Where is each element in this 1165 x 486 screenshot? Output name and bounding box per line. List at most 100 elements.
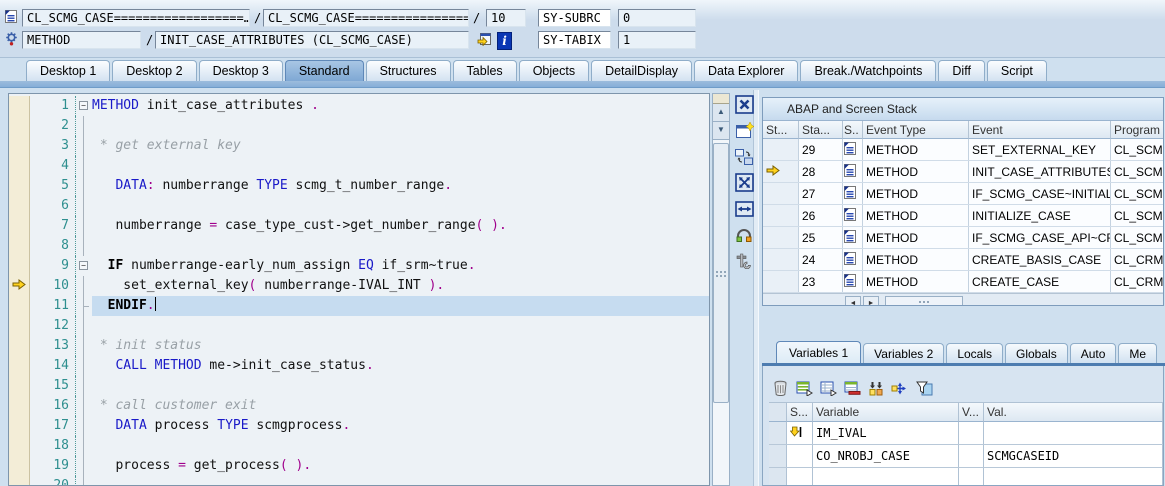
vars-tab-variables-2[interactable]: Variables 2 <box>863 343 944 364</box>
vars-tab-auto[interactable]: Auto <box>1070 343 1117 364</box>
fold-collapse-icon[interactable]: − <box>79 261 88 270</box>
fold-margin-cell[interactable] <box>76 296 92 316</box>
fold-margin-cell[interactable] <box>76 456 92 476</box>
breakpoint-margin-cell[interactable] <box>9 316 30 336</box>
fold-collapse-icon[interactable]: − <box>79 101 88 110</box>
fold-margin-cell[interactable] <box>76 436 92 456</box>
breakpoint-margin-cell[interactable] <box>9 176 30 196</box>
code-line-10[interactable]: 10 set_external_key( numberrange-IVAL_IN… <box>9 276 709 296</box>
vars-row[interactable]: IM_IVAL <box>769 422 1163 445</box>
stack-row[interactable]: 25METHODIF_SCMG_CASE_API~CR…CL_SCMG <box>763 227 1163 249</box>
code-text[interactable]: numberrange = case_type_cust->get_number… <box>92 216 709 236</box>
scrollbar-thumb[interactable] <box>885 296 963 307</box>
resize-horizontal-icon[interactable] <box>734 199 754 218</box>
fold-margin-cell[interactable] <box>76 216 92 236</box>
maximize-icon[interactable] <box>734 173 754 192</box>
tab-script[interactable]: Script <box>987 60 1047 81</box>
tab-diff[interactable]: Diff <box>938 60 985 81</box>
vars-row[interactable]: CO_NROBJ_CASESCMGCASEID <box>769 445 1163 468</box>
code-line-12[interactable]: 12 <box>9 316 709 336</box>
code-line-15[interactable]: 15 <box>9 376 709 396</box>
table-export-icon[interactable] <box>795 380 813 396</box>
code-line-13[interactable]: 13 * init status <box>9 336 709 356</box>
fold-margin-cell[interactable] <box>76 356 92 376</box>
breakpoint-margin-cell[interactable] <box>9 396 30 416</box>
step-out-icon[interactable] <box>477 32 492 51</box>
code-line-11[interactable]: 11 ENDIF. <box>9 296 709 316</box>
vars-tab-me[interactable]: Me <box>1118 343 1157 364</box>
table-copy-icon[interactable] <box>819 380 837 396</box>
code-text[interactable]: CALL METHOD me->init_case_status. <box>92 356 709 376</box>
code-text[interactable]: * init status <box>92 336 709 356</box>
tab-desktop-3[interactable]: Desktop 3 <box>199 60 283 81</box>
code-text[interactable]: set_external_key( numberrange-IVAL_INT )… <box>92 276 709 296</box>
breakpoint-margin-cell[interactable] <box>9 476 30 486</box>
code-line-17[interactable]: 17 DATA process TYPE scmgprocess. <box>9 416 709 436</box>
stack-row[interactable]: 23METHODCREATE_CASECL_CRM_ <box>763 271 1163 293</box>
scroll-left-icon[interactable]: ◄ <box>845 296 861 307</box>
breakpoint-margin-cell[interactable] <box>9 256 30 276</box>
code-line-5[interactable]: 5 DATA: numberrange TYPE scmg_t_number_r… <box>9 176 709 196</box>
distribute-icon[interactable] <box>891 380 909 396</box>
code-text[interactable] <box>92 196 709 216</box>
stack-horizontal-scrollbar[interactable]: ◄ ► <box>763 293 1163 306</box>
abap-code-editor[interactable]: 1−METHOD init_case_attributes .23 * get … <box>8 93 710 486</box>
code-text[interactable]: * get external key <box>92 136 709 156</box>
row-selector[interactable] <box>769 422 787 444</box>
line-number-field[interactable]: 10 <box>486 9 526 27</box>
stack-row[interactable]: 29METHODSET_EXTERNAL_KEYCL_SCMG <box>763 139 1163 161</box>
new-window-icon[interactable] <box>734 121 754 140</box>
breakpoint-margin-cell[interactable] <box>9 116 30 136</box>
fold-margin-cell[interactable] <box>76 136 92 156</box>
fold-margin-cell[interactable]: − <box>76 96 92 116</box>
breakpoint-margin-cell[interactable] <box>9 356 30 376</box>
breakpoint-margin-cell[interactable] <box>9 416 30 436</box>
vars-row[interactable] <box>769 468 1163 486</box>
code-line-4[interactable]: 4 <box>9 156 709 176</box>
code-line-8[interactable]: 8 <box>9 236 709 256</box>
scroll-down-icon[interactable]: ▼ <box>713 122 729 140</box>
code-line-7[interactable]: 7 numberrange = case_type_cust->get_numb… <box>9 216 709 236</box>
filter-icon[interactable] <box>915 380 933 396</box>
code-line-6[interactable]: 6 <box>9 196 709 216</box>
breakpoint-margin-cell[interactable] <box>9 456 30 476</box>
code-line-18[interactable]: 18 <box>9 436 709 456</box>
fold-margin-cell[interactable] <box>76 196 92 216</box>
code-text[interactable]: DATA: numberrange TYPE scmg_t_number_ran… <box>92 176 709 196</box>
fold-margin-cell[interactable] <box>76 236 92 256</box>
main-program-field[interactable]: CL_SCMG_CASE==================… <box>22 9 250 27</box>
stack-row[interactable]: 28METHODINIT_CASE_ATTRIBUTESCL_SCMG <box>763 161 1163 183</box>
close-icon[interactable] <box>734 95 754 114</box>
code-text[interactable]: METHOD init_case_attributes . <box>92 96 709 116</box>
breakpoint-margin-cell[interactable] <box>9 96 30 116</box>
breakpoint-margin-cell[interactable] <box>9 136 30 156</box>
vars-tab-locals[interactable]: Locals <box>946 343 1003 364</box>
code-text[interactable] <box>92 156 709 176</box>
scroll-right-icon[interactable]: ► <box>863 296 879 307</box>
fold-margin-cell[interactable] <box>76 396 92 416</box>
tab-objects[interactable]: Objects <box>519 60 589 81</box>
scrollbar-splitter-handle[interactable] <box>713 94 729 104</box>
code-text[interactable]: IF numberrange-early_num_assign EQ if_sr… <box>92 256 709 276</box>
tab-desktop-1[interactable]: Desktop 1 <box>26 60 110 81</box>
sy-tabix-field[interactable]: SY-TABIX <box>538 31 611 49</box>
fold-margin-cell[interactable] <box>76 476 92 486</box>
code-line-16[interactable]: 16 * call customer exit <box>9 396 709 416</box>
breakpoint-margin-cell[interactable] <box>9 216 30 236</box>
code-text[interactable] <box>92 236 709 256</box>
breakpoint-margin-cell[interactable] <box>9 236 30 256</box>
tab-tables[interactable]: Tables <box>453 60 517 81</box>
tab-break-watchpoints[interactable]: Break./Watchpoints <box>800 60 936 81</box>
fold-margin-cell[interactable] <box>76 156 92 176</box>
code-line-2[interactable]: 2 <box>9 116 709 136</box>
fold-margin-cell[interactable] <box>76 316 92 336</box>
breakpoint-margin-cell[interactable] <box>9 436 30 456</box>
code-line-9[interactable]: 9− IF numberrange-early_num_assign EQ if… <box>9 256 709 276</box>
cell-variable[interactable] <box>813 468 959 486</box>
tab-detaildisplay[interactable]: DetailDisplay <box>591 60 692 81</box>
vars-tab-globals[interactable]: Globals <box>1005 343 1068 364</box>
fold-margin-cell[interactable]: − <box>76 256 92 276</box>
breakpoint-margin-cell[interactable] <box>9 196 30 216</box>
tab-structures[interactable]: Structures <box>366 60 451 81</box>
fold-margin-cell[interactable] <box>76 376 92 396</box>
